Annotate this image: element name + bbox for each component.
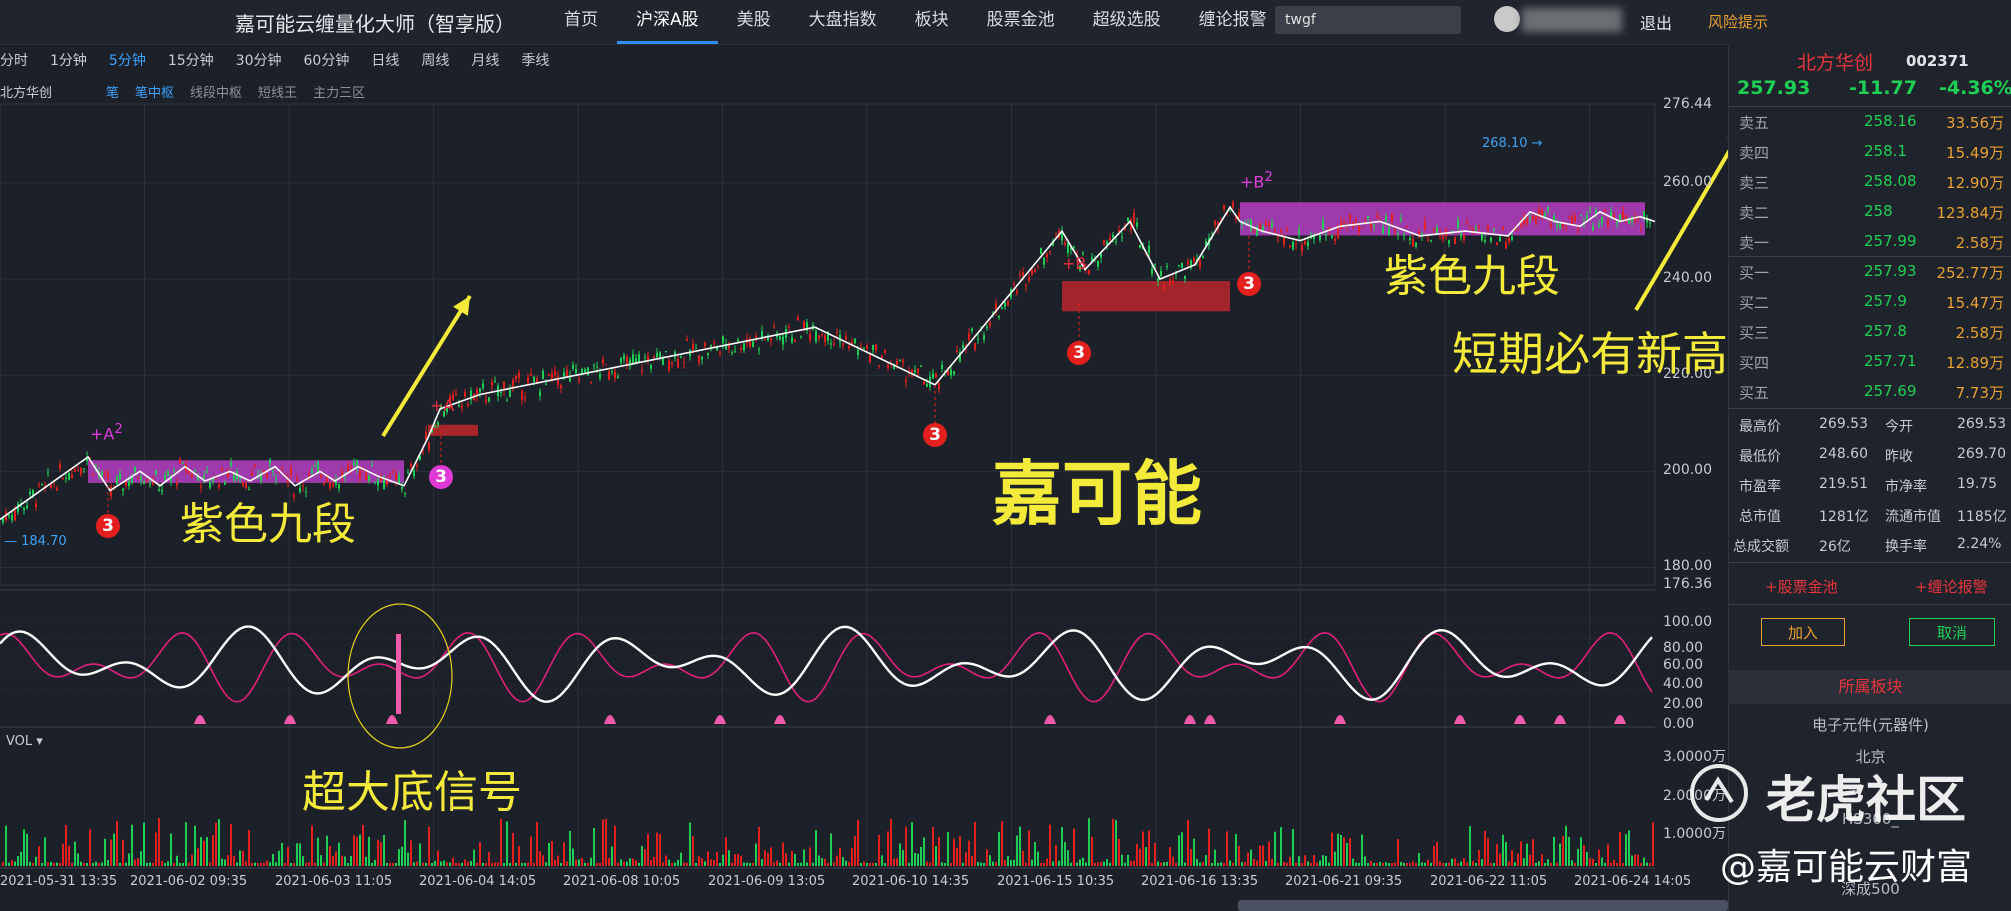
order-book-sell-row: 卖五 258.16 33.56万 [1739, 112, 2004, 132]
time-tick: 2021-06-22 11:05 [1430, 874, 1548, 889]
order-book-sell-row: 卖三 258.08 12.90万 [1739, 172, 2004, 192]
volume-bars [2, 818, 1654, 866]
high-price-tag: 268.10 → [1482, 136, 1543, 151]
osc-tick: 0.00 [1663, 716, 1695, 732]
order-book-buy-row: 买四 257.71 12.89万 [1739, 352, 2004, 372]
time-tick: 2021-06-03 11:05 [275, 874, 393, 889]
time-tick: 2021-06-04 14:05 [419, 874, 537, 889]
sector-item[interactable]: 电子元件(元器件) [1729, 714, 2011, 735]
price-tick: 276.44 [1663, 96, 1712, 112]
low-price-tag: — 184.70 [4, 534, 67, 549]
add-alarm-link[interactable]: +缠论报警 [1915, 576, 1988, 597]
time-tick: 2021-06-08 10:05 [563, 874, 681, 889]
stock-code: 002371 [1906, 52, 1969, 70]
add-button[interactable]: 加入 [1761, 618, 1845, 646]
tiger-logo-icon [1690, 764, 1748, 822]
mark-b: +B [1062, 254, 1087, 273]
order-book-buy-row: 买二 257.9 15.47万 [1739, 292, 2004, 312]
annotation-purple-nine-right: 紫色九段 [1384, 251, 1560, 302]
time-tick: 2021-06-02 09:35 [130, 874, 248, 889]
price-change-pct: -4.36% [1939, 77, 2011, 99]
stat-row: 最高价 269.53 今开 269.53 [1739, 416, 2006, 435]
time-tick: 2021-06-15 10:35 [997, 874, 1115, 889]
order-book-sell-row: 卖二 258 123.84万 [1739, 202, 2004, 222]
buy-signal-3: 3 [429, 465, 453, 489]
osc-tick: 176.36 [1663, 576, 1712, 592]
price-tick: 240.00 [1663, 270, 1712, 286]
buy-signal-3: 3 [96, 514, 120, 538]
stock-name: 北方华创 [1797, 52, 1874, 74]
last-price: 257.93 [1737, 77, 1811, 99]
time-tick: 2021-05-31 13:35 [0, 874, 118, 889]
order-book-buy-row: 买一 257.93 252.77万 [1739, 262, 2004, 282]
annotation-brand: 嘉可能 [992, 452, 1202, 535]
vol-selector[interactable]: VOL ▾ [6, 734, 43, 749]
watermark-handle: @嘉可能云财富 [1720, 847, 1973, 888]
time-tick: 2021-06-10 14:35 [852, 874, 970, 889]
stat-row: 总市值 1281亿 流通市值 1185亿 [1739, 509, 2007, 525]
chart-scrollbar[interactable] [1238, 900, 1728, 911]
stat-row: 市盈率 219.51 市净率 19.75 [1739, 476, 1998, 495]
sector-section-header: 所属板块 [1729, 670, 2011, 704]
price-tick: 200.00 [1663, 462, 1712, 478]
order-book-buy-row: 买三 257.8 2.58万 [1739, 322, 2004, 342]
osc-tick: 100.00 [1663, 614, 1712, 630]
add-to-pool-link[interactable]: +股票金池 [1765, 576, 1838, 597]
mark-b2: +B2 [1240, 170, 1273, 192]
kline-chart[interactable] [0, 0, 1728, 911]
vol-tick: 1.0000万 [1663, 826, 1726, 842]
time-tick: 2021-06-16 13:35 [1141, 874, 1259, 889]
osc-tick: 20.00 [1663, 696, 1704, 712]
buy-signal-3: 3 [1237, 272, 1261, 296]
order-book-buy-row: 买五 257.69 7.73万 [1739, 382, 2004, 402]
annotation-new-high: 短期必有新高 [1452, 327, 1728, 381]
stat-row: 总成交额 26亿 换手率 2.24% [1733, 536, 2002, 555]
order-book-sell-row: 卖四 258.1 15.49万 [1739, 142, 2004, 162]
osc-tick: 80.00 [1663, 640, 1704, 656]
vol-label: VOL [6, 734, 33, 749]
watermark-tiger: 老虎社区 [1766, 771, 1966, 829]
stat-row: 最低价 248.60 昨收 269.70 [1739, 446, 2006, 465]
annotation-super-bottom: 超大底信号 [302, 767, 522, 818]
osc-tick: 60.00 [1663, 657, 1704, 673]
time-tick: 2021-06-09 13:05 [708, 874, 826, 889]
order-book-sell-row: 卖一 257.99 2.58万 [1739, 232, 2004, 252]
buy-signal-3: 3 [923, 423, 947, 447]
buy-signal-3: 3 [1067, 341, 1091, 365]
time-tick: 2021-06-21 09:35 [1285, 874, 1403, 889]
oscillator-panel [0, 603, 1653, 749]
time-tick: 2021-06-24 14:05 [1574, 874, 1692, 889]
cancel-button[interactable]: 取消 [1909, 618, 1995, 646]
osc-tick: 40.00 [1663, 676, 1704, 692]
annotation-purple-nine-left: 紫色九段 [180, 499, 356, 550]
price-tick: 260.00 [1663, 174, 1712, 190]
price-tick: 180.00 [1663, 558, 1712, 574]
mark-a2: +A2 [90, 422, 123, 444]
price-change: -11.77 [1849, 77, 1917, 99]
mark-a: +A [430, 396, 455, 415]
